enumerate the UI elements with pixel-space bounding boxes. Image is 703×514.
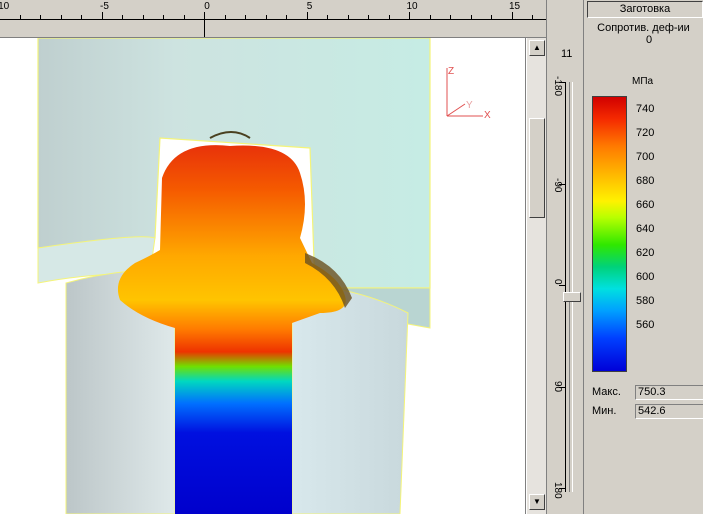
ruler-tick [265, 15, 267, 19]
rotation-tick [559, 488, 565, 489]
ruler-tick [101, 12, 103, 19]
color-scale-label: 700 [636, 151, 655, 163]
scroll-thumb[interactable] [529, 118, 545, 218]
color-scale-label: 580 [636, 295, 655, 307]
ruler-tick-label: 0 [204, 1, 210, 12]
scroll-up-arrow-icon[interactable]: ▲ [529, 40, 545, 56]
ruler-tick [142, 15, 144, 19]
color-scale-label: 620 [636, 247, 655, 259]
ruler-tick [306, 12, 308, 19]
ruler-tick [409, 12, 410, 19]
ruler-tick-label: 10 [406, 1, 418, 12]
object-selector-button[interactable]: Заготовка [587, 1, 703, 18]
color-scale-bar [592, 96, 627, 372]
ruler-tick-label: 5 [306, 1, 313, 12]
ruler-tick [286, 15, 287, 19]
step-count: 11 [561, 48, 573, 60]
field-name-label: Сопротив. деф-ии [597, 22, 690, 34]
ruler-tick [183, 15, 185, 19]
ruler-tick [122, 15, 123, 19]
ruler-tick [245, 15, 246, 19]
step-number: 0 [645, 34, 653, 46]
ruler-tick [163, 15, 164, 19]
ruler-baseline [0, 19, 546, 20]
axis-z-label: Z [448, 66, 455, 77]
ruler-tick [347, 15, 349, 19]
ruler-tick [491, 15, 492, 19]
ruler-tick [327, 15, 328, 19]
rotation-tick-label: 180 [552, 482, 563, 499]
ruler-tick [19, 15, 21, 19]
scroll-down-arrow-icon[interactable]: ▼ [529, 494, 545, 510]
rotation-tick [559, 82, 565, 83]
color-scale-label: 680 [636, 175, 655, 187]
rotation-tick-label: 0 [552, 279, 563, 285]
ruler-tick [388, 15, 390, 19]
color-scale-label: 560 [636, 319, 655, 331]
ruler-origin-marker [204, 19, 205, 37]
rotation-slider-track[interactable] [569, 82, 573, 492]
ruler-tick [450, 15, 451, 19]
rotation-axis-line [565, 82, 566, 492]
min-label: Мин. [592, 405, 617, 417]
max-value-field: 750.3 [635, 385, 703, 400]
axis-y-label: Y [466, 100, 473, 111]
legend-panel: Заготовка Сопротив. деф-ии 0 МПа 740 720 7… [584, 0, 703, 514]
color-scale-label: 640 [636, 223, 655, 235]
ruler-tick [429, 15, 431, 19]
ruler-tick [60, 15, 62, 19]
ruler-tick-label: -10 [0, 1, 10, 12]
color-scale-label: 600 [636, 271, 655, 283]
min-value-field: 542.6 [635, 404, 703, 419]
lower-die-right [291, 282, 409, 514]
unit-label: МПа [632, 76, 654, 87]
forging-scene [37, 38, 483, 514]
ruler-tick-label: -5 [100, 1, 109, 12]
color-scale-label: 720 [636, 127, 655, 139]
ruler-tick [204, 12, 205, 19]
ruler-tick [470, 15, 472, 19]
rotation-slider-thumb[interactable] [563, 292, 581, 302]
rotation-tick [559, 183, 565, 185]
ruler-tick [40, 15, 41, 19]
axis-x-label: X [484, 110, 491, 121]
max-label: Макс. [592, 386, 621, 398]
ruler-tick [81, 15, 82, 19]
rotation-tick-label: -180 [552, 76, 563, 97]
ruler-tick-label: 15 [508, 1, 521, 12]
ruler-tick [532, 15, 533, 19]
ruler-tick [224, 15, 226, 19]
horizontal-ruler: -10 -5 0 5 10 15 [0, 0, 546, 38]
rotation-tick [559, 386, 565, 388]
color-scale-label: 660 [636, 199, 655, 211]
rotation-tick-label: -90 [552, 177, 563, 192]
viewport-scrollbar[interactable]: ▲ ▼ [526, 38, 546, 514]
ruler-tick [511, 12, 513, 19]
simulation-viewport[interactable]: Z Y X [0, 38, 526, 514]
color-scale-label: 740 [636, 103, 655, 115]
ruler-tick [368, 15, 369, 19]
rotation-tick [559, 285, 565, 286]
rotation-ruler: 11 -180 -90 0 90 180 [546, 0, 584, 514]
